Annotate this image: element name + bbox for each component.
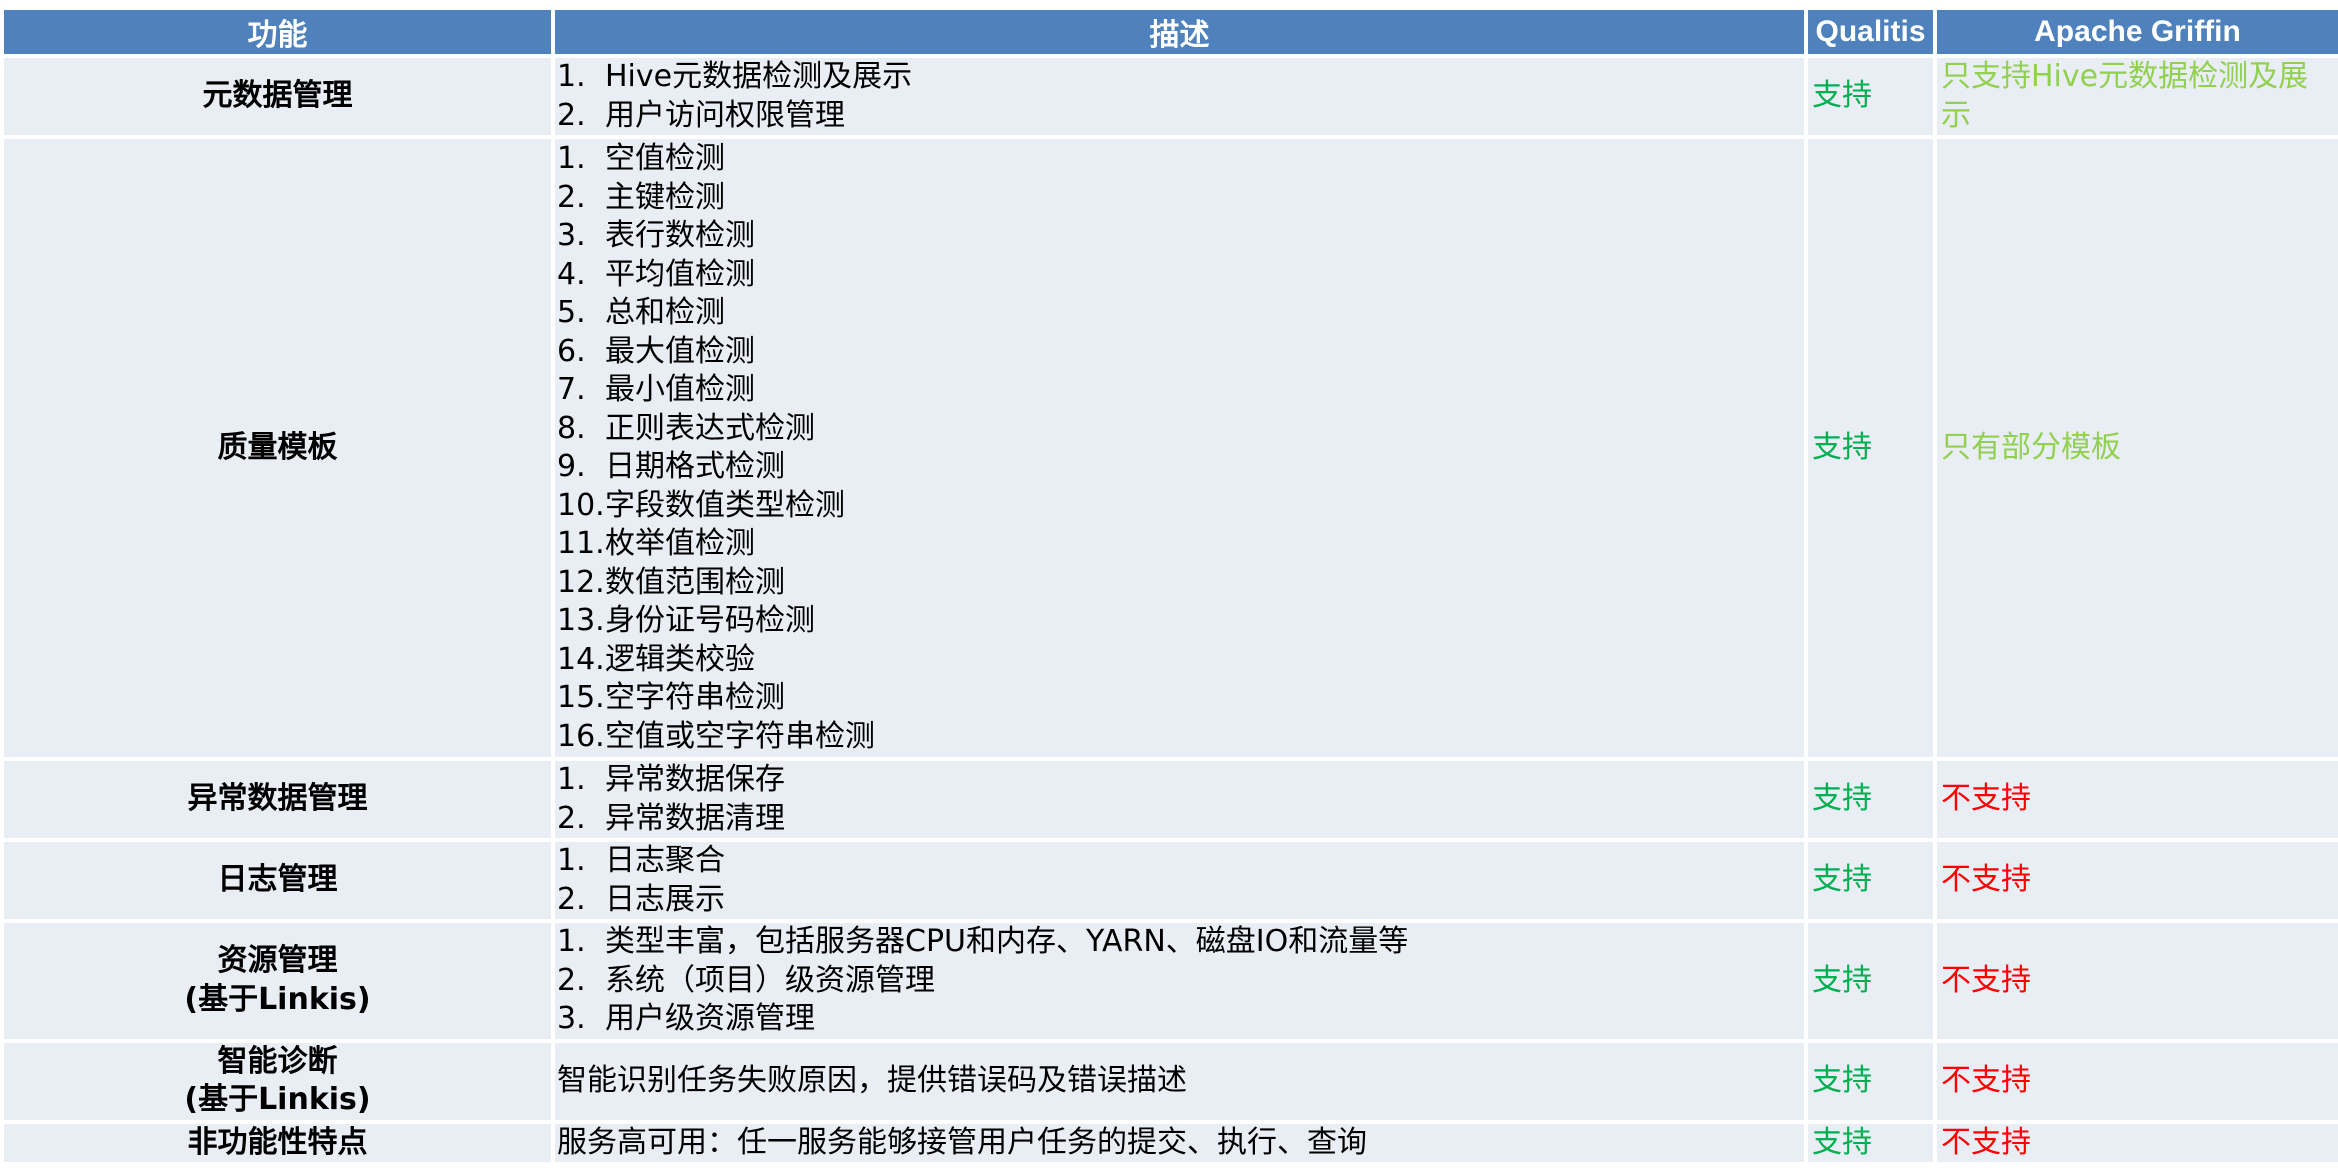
header-griffin: Apache Griffin bbox=[1933, 6, 2338, 58]
qualitis-support-cell: 支持 bbox=[1804, 1119, 1937, 1166]
list-item: 2. 主键检测 bbox=[557, 179, 725, 215]
feature-label: 元数据管理 bbox=[202, 78, 353, 114]
list-item: 1. 异常数据保存 bbox=[557, 762, 785, 797]
list-item: 3. 用户级资源管理 bbox=[557, 1001, 815, 1036]
list-item: 7. 最小值检测 bbox=[557, 372, 755, 407]
feature-sublabel: (基于Linkis) bbox=[184, 981, 371, 1017]
qualitis-support-cell: 支持 bbox=[1804, 54, 1937, 139]
list-item: 14. 逻辑类校验 bbox=[557, 641, 755, 677]
feature-label: 质量模板 bbox=[217, 429, 338, 465]
description-list: 1. Hive元数据检测及展示 2. 用户访问权限管理 bbox=[557, 58, 1804, 135]
feature-cell: 质量模板 bbox=[0, 135, 555, 761]
list-item: 9. 日期格式检测 bbox=[557, 449, 785, 484]
description-cell: 智能识别任务失败原因，提供错误码及错误描述 bbox=[551, 1038, 1808, 1124]
description-text: 服务高可用：任一服务能够接管用户任务的提交、执行、查询 bbox=[557, 1124, 1367, 1160]
table-row-resource-management: 资源管理 (基于Linkis) 1. 类型丰富，包括服务器CPU和内存、YARN、… bbox=[0, 919, 2338, 1043]
griffin-support-cell: 只支持Hive元数据检测及展示 bbox=[1933, 54, 2338, 139]
griffin-support-cell: 不支持 bbox=[1933, 1038, 2338, 1124]
list-item: 4. 平均值检测 bbox=[557, 256, 755, 292]
qualitis-support-cell: 支持 bbox=[1804, 838, 1937, 923]
qualitis-support-cell: 支持 bbox=[1804, 135, 1937, 761]
feature-label: 异常数据管理 bbox=[187, 781, 368, 817]
header-row: 功能 描述 Qualitis Apache Griffin bbox=[0, 6, 2338, 58]
description-list: 1. 异常数据保存 2. 异常数据清理 bbox=[557, 761, 1804, 838]
qualitis-support-cell: 支持 bbox=[1804, 1038, 1937, 1124]
feature-cell: 非功能性特点 bbox=[0, 1119, 555, 1166]
griffin-support-cell: 不支持 bbox=[1933, 1119, 2338, 1166]
table-row-log-management: 日志管理 1. 日志聚合 2. 日志展示 支持 不支持 bbox=[0, 838, 2338, 923]
griffin-support-cell: 不支持 bbox=[1933, 838, 2338, 923]
list-item: 2. 日志展示 bbox=[557, 881, 725, 917]
comparison-table: 功能 描述 Qualitis Apache Griffin 元数据管理 1. Hi… bbox=[0, 6, 2338, 1166]
qualitis-support-cell: 支持 bbox=[1804, 919, 1937, 1043]
description-list: 1. 类型丰富，包括服务器CPU和内存、YARN、磁盘IO和流量等 2. 系统（项目… bbox=[557, 923, 1804, 1039]
table-row-quality-templates: 质量模板 1. 空值检测 2. 主键检测 3. 表行数检测 4. 平均值检测 5. 总和检… bbox=[0, 135, 2338, 761]
feature-label: 非功能性特点 bbox=[187, 1124, 368, 1160]
description-cell: 1. 日志聚合 2. 日志展示 bbox=[551, 838, 1808, 923]
list-item: 1. 空值检测 bbox=[557, 141, 725, 176]
feature-label: 日志管理 bbox=[217, 862, 338, 898]
list-item: 3. 表行数检测 bbox=[557, 218, 755, 253]
table-row-abnormal-data: 异常数据管理 1. 异常数据保存 2. 异常数据清理 支持 不支持 bbox=[0, 757, 2338, 842]
header-feature: 功能 bbox=[0, 6, 555, 58]
table-row-metadata: 元数据管理 1. Hive元数据检测及展示 2. 用户访问权限管理 支持 只支持Hi… bbox=[0, 54, 2338, 139]
header-qualitis: Qualitis bbox=[1804, 6, 1937, 58]
list-item: 10. 字段数值类型检测 bbox=[557, 487, 845, 523]
griffin-support-cell: 不支持 bbox=[1933, 919, 2338, 1043]
list-item: 1. 类型丰富，包括服务器CPU和内存、YARN、磁盘IO和流量等 bbox=[557, 924, 1409, 959]
description-cell: 服务高可用：任一服务能够接管用户任务的提交、执行、查询 bbox=[551, 1119, 1808, 1166]
list-item: 11. 枚举值检测 bbox=[557, 526, 755, 561]
feature-cell: 资源管理 (基于Linkis) bbox=[0, 919, 555, 1043]
description-cell: 1. 类型丰富，包括服务器CPU和内存、YARN、磁盘IO和流量等 2. 系统（项目… bbox=[551, 919, 1808, 1043]
list-item: 13. 身份证号码检测 bbox=[557, 603, 815, 638]
list-item: 15. 空字符串检测 bbox=[557, 680, 785, 715]
header-description: 描述 bbox=[551, 6, 1808, 58]
list-item: 1. Hive元数据检测及展示 bbox=[557, 59, 913, 94]
feature-sublabel: (基于Linkis) bbox=[184, 1082, 371, 1117]
list-item: 2. 异常数据清理 bbox=[557, 800, 785, 836]
list-item: 2. 用户访问权限管理 bbox=[557, 97, 845, 133]
description-cell: 1. 异常数据保存 2. 异常数据清理 bbox=[551, 757, 1808, 842]
feature-cell: 日志管理 bbox=[0, 838, 555, 923]
feature-cell: 异常数据管理 bbox=[0, 757, 555, 842]
griffin-support-cell: 不支持 bbox=[1933, 757, 2338, 842]
list-item: 8. 正则表达式检测 bbox=[557, 410, 815, 446]
list-item: 12. 数值范围检测 bbox=[557, 564, 785, 600]
griffin-support-cell: 只有部分模板 bbox=[1933, 135, 2338, 761]
list-item: 2. 系统（项目）级资源管理 bbox=[557, 962, 935, 998]
feature-label: 智能诊断 bbox=[217, 1043, 338, 1079]
description-cell: 1. 空值检测 2. 主键检测 3. 表行数检测 4. 平均值检测 5. 总和检测 6. 最… bbox=[551, 135, 1808, 761]
table-row-smart-diagnosis: 智能诊断 (基于Linkis) 智能识别任务失败原因，提供错误码及错误描述 支持… bbox=[0, 1038, 2338, 1124]
feature-cell: 智能诊断 (基于Linkis) bbox=[0, 1038, 555, 1124]
description-text: 智能识别任务失败原因，提供错误码及错误描述 bbox=[557, 1062, 1187, 1098]
qualitis-support-cell: 支持 bbox=[1804, 757, 1937, 842]
description-cell: 1. Hive元数据检测及展示 2. 用户访问权限管理 bbox=[551, 54, 1808, 139]
description-list: 1. 空值检测 2. 主键检测 3. 表行数检测 4. 平均值检测 5. 总和检测 6. 最… bbox=[557, 140, 1804, 756]
feature-label: 资源管理 bbox=[217, 943, 338, 979]
description-list: 1. 日志聚合 2. 日志展示 bbox=[557, 842, 1804, 919]
feature-cell: 元数据管理 bbox=[0, 54, 555, 139]
table-row-non-functional: 非功能性特点 服务高可用：任一服务能够接管用户任务的提交、执行、查询 支持 不支… bbox=[0, 1119, 2338, 1166]
comparison-table-frame: 功能 描述 Qualitis Apache Griffin 元数据管理 1. Hi… bbox=[0, 6, 2338, 1166]
list-item: 5. 总和检测 bbox=[557, 295, 725, 330]
list-item: 1. 日志聚合 bbox=[557, 843, 725, 878]
list-item: 16. 空值或空字符串检测 bbox=[557, 718, 875, 754]
list-item: 6. 最大值检测 bbox=[557, 333, 755, 369]
